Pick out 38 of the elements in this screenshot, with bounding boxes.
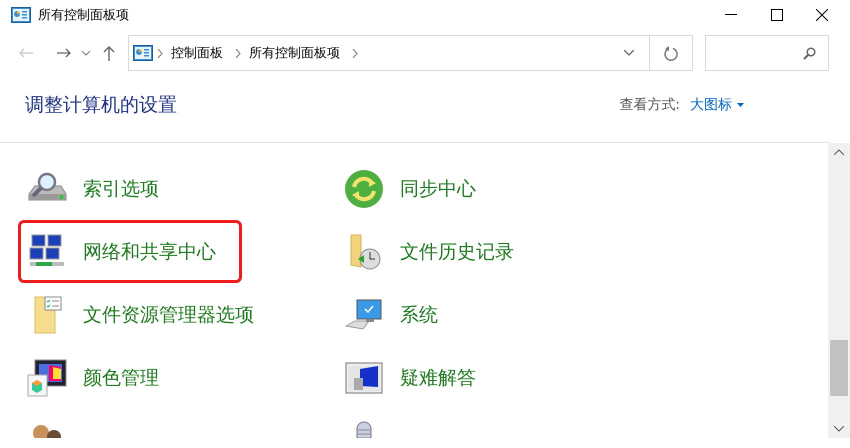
control-panel-item[interactable]: 文件资源管理器选项 — [18, 283, 269, 346]
chevron-down-icon — [82, 50, 90, 56]
chevron-up-icon — [834, 149, 844, 155]
search-icon — [803, 46, 816, 60]
chevron-down-icon — [624, 50, 634, 56]
forward-arrow-icon — [57, 48, 71, 58]
refresh-icon — [664, 46, 678, 60]
scrollbar-thumb[interactable] — [830, 340, 848, 396]
up-arrow-icon — [103, 46, 115, 60]
control-panel-item[interactable]: 系统 — [335, 283, 559, 346]
breadcrumb[interactable]: 所有控制面板项 — [249, 44, 340, 62]
refresh-button[interactable] — [650, 35, 693, 71]
search-field[interactable] — [705, 35, 829, 71]
chevron-down-icon — [834, 426, 844, 432]
control-panel-item[interactable]: 索引选项 — [18, 157, 242, 220]
view-by-label: 查看方式: — [619, 96, 680, 114]
control-panel-item[interactable]: 网络和共享中心 — [18, 220, 242, 283]
control-panel-icon — [133, 45, 153, 61]
control-panel-item[interactable]: 疑难解答 — [335, 346, 559, 409]
control-panel-item[interactable]: 文件历史记录 — [335, 220, 559, 283]
back-arrow-icon — [19, 48, 33, 58]
window-title: 所有控制面板项 — [38, 7, 130, 24]
color-monitor-icon — [27, 358, 67, 396]
view-mode-dropdown[interactable]: 大图标 — [690, 96, 744, 114]
address-bar[interactable]: 控制面板 所有控制面板项 — [128, 35, 650, 71]
sync-icon — [345, 170, 383, 208]
scrollbar[interactable] — [828, 143, 850, 438]
monitor-window-icon — [345, 362, 383, 394]
caret-icon — [737, 102, 744, 106]
computer-icon — [345, 298, 383, 332]
control-panel-icon — [11, 7, 31, 23]
control-panel-item[interactable]: 同步中心 — [335, 157, 559, 220]
control-panel-item[interactable]: 颜色管理 — [18, 346, 242, 409]
breadcrumb[interactable]: 控制面板 — [171, 44, 223, 62]
chevron-right-icon — [352, 48, 358, 58]
chevron-right-icon — [157, 48, 163, 58]
chevron-right-icon — [235, 48, 241, 58]
page-heading: 调整计算机的设置 — [25, 92, 178, 118]
